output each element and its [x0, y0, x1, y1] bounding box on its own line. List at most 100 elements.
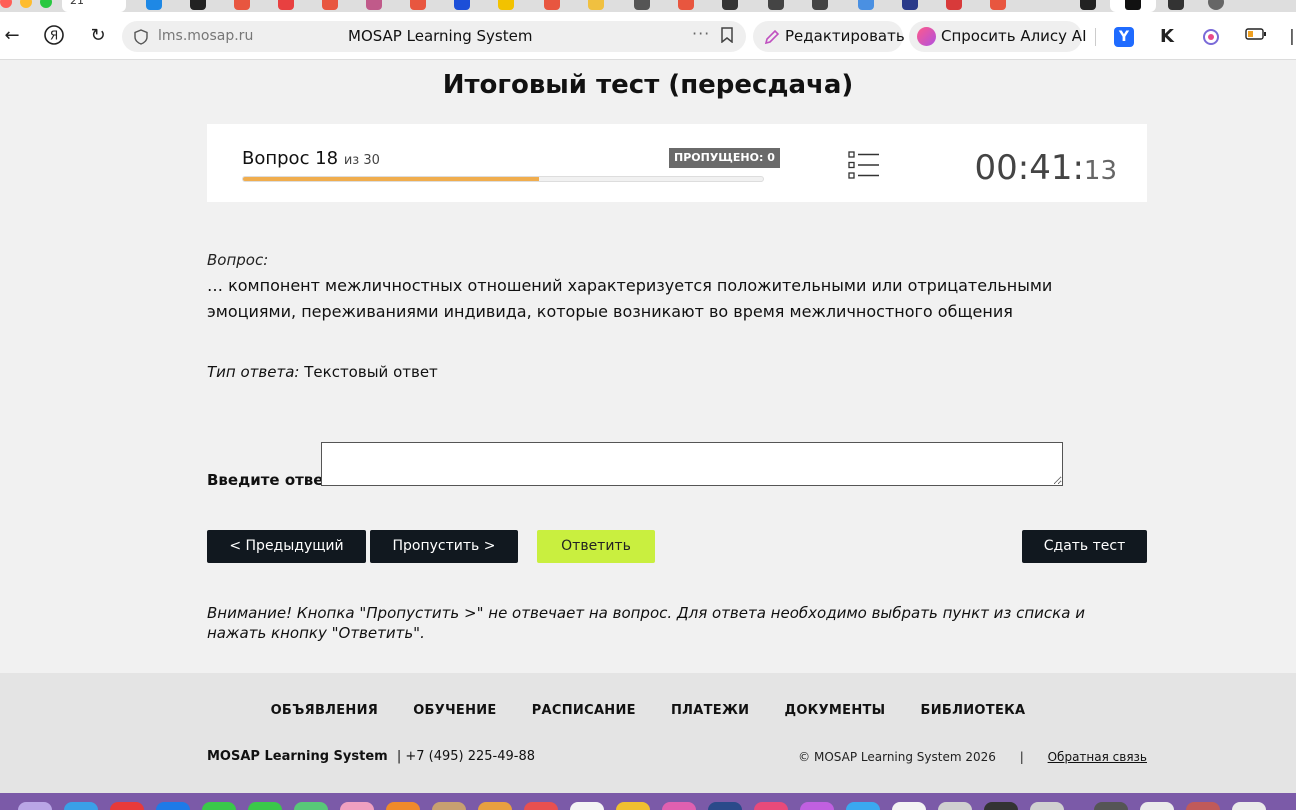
tab-icon[interactable]: [902, 0, 918, 10]
minimize-window-button[interactable]: [20, 0, 32, 8]
dock-app-icon[interactable]: [754, 802, 788, 810]
tab-count-badge: 21: [70, 0, 84, 7]
zoom-window-button[interactable]: [40, 0, 52, 8]
tab-icon[interactable]: [544, 0, 560, 10]
yandex-home-icon[interactable]: Я: [42, 24, 66, 48]
test-title: Итоговый тест (пересдача): [442, 70, 854, 100]
tab-icon[interactable]: [588, 0, 604, 10]
yandex-market-icon[interactable]: Y: [1114, 27, 1134, 47]
page-title-in-url: MOSAP Learning System: [348, 27, 533, 45]
dock-app-icon[interactable]: [248, 802, 282, 810]
tab-icon[interactable]: [454, 0, 470, 10]
skip-warning: Внимание! Кнопка "Пропустить >" не отвеч…: [207, 604, 1085, 642]
tab-icon[interactable]: [234, 0, 250, 10]
tab-icon[interactable]: [410, 0, 426, 10]
feedback-link[interactable]: Обратная связь: [1048, 750, 1147, 764]
countdown-timer: 00:41:13: [974, 148, 1117, 188]
dock-app-icon[interactable]: [524, 802, 558, 810]
tab-icon[interactable]: [634, 0, 650, 10]
answer-textarea[interactable]: [321, 442, 1063, 486]
dock-app-icon[interactable]: [708, 802, 742, 810]
dock-app-icon[interactable]: [846, 802, 880, 810]
dock-app-icon[interactable]: [800, 802, 834, 810]
dock-app-icon[interactable]: [616, 802, 650, 810]
answer-button[interactable]: Ответить: [537, 530, 655, 563]
dock-app-icon[interactable]: [938, 802, 972, 810]
dock-app-icon[interactable]: [386, 802, 420, 810]
reload-icon[interactable]: ↻: [86, 24, 110, 48]
site-footer: ОБЪЯВЛЕНИЯ ОБУЧЕНИЕ РАСПИСАНИЕ ПЛАТЕЖИ Д…: [0, 673, 1296, 793]
bookmark-icon[interactable]: [720, 27, 734, 43]
tab-icon[interactable]: [190, 0, 206, 10]
question-list-icon[interactable]: [848, 151, 880, 179]
dock-app-icon[interactable]: [340, 802, 374, 810]
dock-app-icon[interactable]: [478, 802, 512, 810]
new-tab-icon[interactable]: [1208, 0, 1224, 10]
tab-icon[interactable]: [858, 0, 874, 10]
answer-type-value: Текстовый ответ: [304, 363, 438, 381]
dock-app-icon[interactable]: [1140, 802, 1174, 810]
skipped-badge: ПРОПУЩЕНО: 0: [669, 148, 780, 168]
tab-icon[interactable]: [1168, 0, 1184, 10]
tab-icon[interactable]: [366, 0, 382, 10]
submit-test-button[interactable]: Сдать тест: [1022, 530, 1147, 563]
dock-app-icon[interactable]: [432, 802, 466, 810]
dock-app-icon[interactable]: [1186, 802, 1220, 810]
bookmark-icon: [1125, 0, 1141, 10]
tab-icon[interactable]: [278, 0, 294, 10]
dock-app-icon[interactable]: [156, 802, 190, 810]
tab-icon[interactable]: [946, 0, 962, 10]
battery-icon[interactable]: [1245, 27, 1266, 47]
tab-icon[interactable]: [146, 0, 162, 10]
question-text: … компонент межличностных отношений хара…: [207, 276, 1053, 321]
dock-app-icon[interactable]: [64, 802, 98, 810]
footer-link-payments[interactable]: ПЛАТЕЖИ: [671, 703, 749, 718]
close-window-button[interactable]: [0, 0, 12, 8]
question-status-panel: Вопрос 18 из 30 ПРОПУЩЕНО: 0 00:41:13: [207, 124, 1147, 202]
footer-link-announcements[interactable]: ОБЪЯВЛЕНИЯ: [271, 703, 379, 718]
url-text: lms.mosap.ru: [158, 28, 254, 44]
dock-app-icon[interactable]: [110, 802, 144, 810]
edit-button-label: Редактировать: [785, 27, 905, 45]
macos-dock: [0, 793, 1296, 810]
tab-icon[interactable]: [322, 0, 338, 10]
answer-type: Тип ответа: Текстовый ответ: [207, 363, 438, 381]
extension-icon[interactable]: [1201, 27, 1221, 47]
tab-icon[interactable]: [678, 0, 694, 10]
more-menu-icon[interactable]: |: [1288, 24, 1296, 48]
skip-button[interactable]: Пропустить >: [370, 530, 518, 563]
active-tab[interactable]: [1110, 0, 1156, 12]
tab-icon[interactable]: [722, 0, 738, 10]
ask-alice-button[interactable]: Спросить Алису AI: [909, 21, 1087, 52]
tab-icon[interactable]: [990, 0, 1006, 10]
address-bar[interactable]: lms.mosap.ru MOSAP Learning System ···: [122, 21, 746, 52]
footer-link-documents[interactable]: ДОКУМЕНТЫ: [784, 703, 885, 718]
dock-app-icon[interactable]: [570, 802, 604, 810]
tab-icon[interactable]: [768, 0, 784, 10]
timer-hours-minutes: 00:41:: [974, 148, 1084, 188]
dock-app-icon[interactable]: [1030, 802, 1064, 810]
previous-button[interactable]: < Предыдущий: [207, 530, 366, 563]
footer-link-schedule[interactable]: РАСПИСАНИЕ: [532, 703, 636, 718]
dock-app-icon[interactable]: [18, 802, 52, 810]
yandex-logo-icon: Я: [44, 25, 64, 45]
back-arrow-icon[interactable]: ←: [2, 24, 22, 48]
footer-phone: | +7 (495) 225-49-88: [396, 749, 536, 764]
dock-app-icon[interactable]: [1232, 802, 1266, 810]
footer-link-learning[interactable]: ОБУЧЕНИЕ: [413, 703, 496, 718]
answer-type-label: Тип ответа:: [207, 363, 300, 381]
tab-count-tab[interactable]: 21: [62, 0, 126, 12]
dock-app-icon[interactable]: [202, 802, 236, 810]
more-icon[interactable]: ···: [692, 24, 710, 43]
tab-icon[interactable]: [498, 0, 514, 10]
dock-app-icon[interactable]: [892, 802, 926, 810]
dock-app-icon[interactable]: [1094, 802, 1128, 810]
dock-app-icon[interactable]: [662, 802, 696, 810]
dock-app-icon[interactable]: [294, 802, 328, 810]
tab-icon[interactable]: [1080, 0, 1096, 10]
kinopoisk-icon[interactable]: K: [1157, 27, 1177, 47]
footer-link-library[interactable]: БИБЛИОТЕКА: [921, 703, 1026, 718]
edit-button[interactable]: Редактировать: [753, 21, 905, 52]
tab-icon[interactable]: [812, 0, 828, 10]
dock-app-icon[interactable]: [984, 802, 1018, 810]
